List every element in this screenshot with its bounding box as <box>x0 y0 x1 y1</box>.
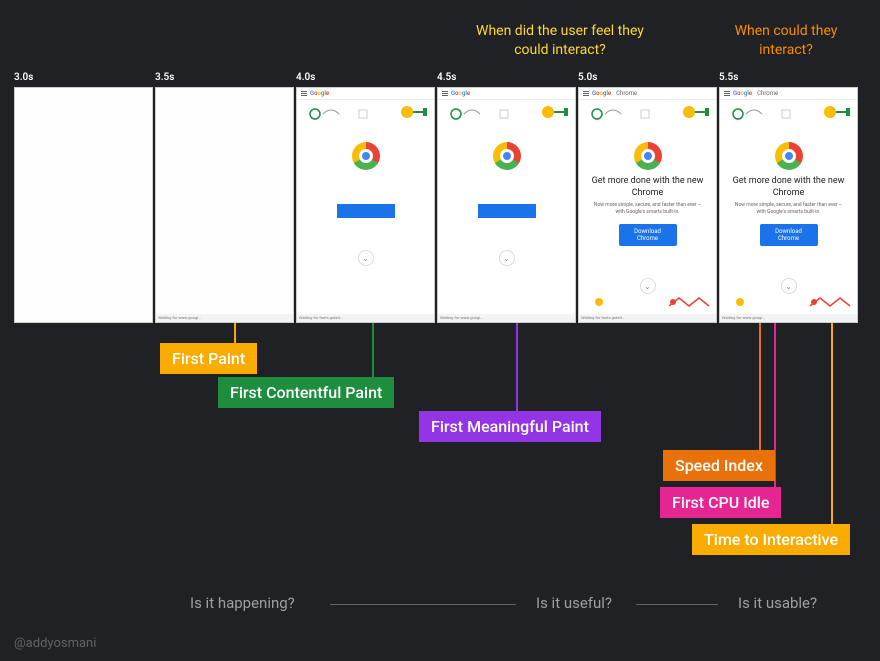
metric-first-cpu-idle: First CPU Idle <box>660 487 781 518</box>
question-could-interact: When could they interact? <box>706 22 866 60</box>
time-label: 4.5s <box>437 72 578 83</box>
page-subline: Now more simple, secure, and faster than… <box>720 199 857 218</box>
cta-placeholder <box>478 204 536 218</box>
frame-col-0: 3.0s <box>14 72 155 323</box>
time-label: 3.5s <box>155 72 296 83</box>
metric-time-to-interactive: Time to Interactive <box>692 524 850 555</box>
chevron-down-icon: ⌄ <box>358 250 374 266</box>
connector-fmp <box>516 323 518 413</box>
frame-full-1: Google Chrome Get more done with the new… <box>578 87 717 323</box>
chevron-down-icon: ⌄ <box>499 250 515 266</box>
frame-col-5: 5.5s Google Chrome Get more done with th… <box>719 72 860 323</box>
frame-col-3: 4.5s Google ⌄ Waiting for www.googl… <box>437 72 578 323</box>
question-feel-interact: When did the user feel they could intera… <box>460 22 660 60</box>
time-label: 5.0s <box>578 72 719 83</box>
metric-first-paint: First Paint <box>160 343 257 374</box>
menu-icon <box>301 91 307 96</box>
frame-col-2: 4.0s Google ⌄ Waiting for fonts.gstati… <box>296 72 437 323</box>
chrome-logo-icon <box>352 142 380 170</box>
google-logo: Google <box>310 90 329 97</box>
product-label: Chrome <box>616 90 637 97</box>
frame-full-2: Google Chrome Get more done with the new… <box>719 87 858 323</box>
question-happening: Is it happening? <box>190 594 295 612</box>
browser-bar: Google Chrome <box>579 88 716 100</box>
frame-first-paint: Waiting for www.googl… <box>155 87 294 323</box>
question-useful: Is it useful? <box>536 594 612 612</box>
metric-speed-index: Speed Index <box>663 450 775 481</box>
connector-fcp <box>372 323 374 379</box>
doodle-graphics <box>438 100 576 130</box>
browser-bar: Google <box>438 88 575 100</box>
divider-line <box>636 604 718 605</box>
download-button[interactable]: Download Chrome <box>760 224 818 246</box>
frame-fmp: Google ⌄ Waiting for www.googl… <box>437 87 576 323</box>
time-label: 4.0s <box>296 72 437 83</box>
product-label: Chrome <box>757 90 778 97</box>
status-bar: Waiting for fonts.gstati… <box>297 314 434 322</box>
doodle-bottom <box>720 292 858 312</box>
menu-icon <box>583 91 589 96</box>
page-headline: Get more done with the new Chrome <box>720 176 857 199</box>
divider-line <box>330 604 516 605</box>
connector-fp <box>234 323 236 345</box>
status-bar: Waiting for fonts.gstati… <box>579 314 716 322</box>
time-label: 5.5s <box>719 72 860 83</box>
frame-col-4: 5.0s Google Chrome Get more done with th… <box>578 72 719 323</box>
status-bar: Waiting for www.googl… <box>438 314 575 322</box>
status-bar: Waiting for www.googl… <box>720 314 857 322</box>
connector-tti <box>831 323 833 527</box>
author-credit: @addyosmani <box>14 636 96 651</box>
browser-bar: Google Chrome <box>720 88 857 100</box>
chrome-logo-icon <box>775 142 803 170</box>
cta-placeholder <box>337 204 395 218</box>
page-headline: Get more done with the new Chrome <box>579 176 716 199</box>
metric-first-contentful-paint: First Contentful Paint <box>218 377 394 408</box>
status-bar: Waiting for www.googl… <box>156 314 293 322</box>
doodle-graphics <box>720 100 858 130</box>
time-label: 3.0s <box>14 72 155 83</box>
frame-col-1: 3.5s Waiting for www.googl… <box>155 72 296 323</box>
google-logo: Google <box>733 90 752 97</box>
page-subline: Now more simple, secure, and faster than… <box>579 199 716 218</box>
filmstrip-timeline: 3.0s 3.5s Waiting for www.googl… 4.0s Go… <box>14 72 860 323</box>
google-logo: Google <box>451 90 470 97</box>
google-logo: Google <box>592 90 611 97</box>
question-usable: Is it usable? <box>738 594 817 612</box>
doodle-graphics <box>297 100 435 130</box>
doodle-bottom <box>579 292 717 312</box>
doodle-graphics <box>579 100 717 130</box>
menu-icon <box>724 91 730 96</box>
chrome-logo-icon <box>493 142 521 170</box>
browser-bar: Google <box>297 88 434 100</box>
connector-si <box>759 323 761 453</box>
frame-fcp: Google ⌄ Waiting for fonts.gstati… <box>296 87 435 323</box>
metric-first-meaningful-paint: First Meaningful Paint <box>419 411 601 442</box>
download-button[interactable]: Download Chrome <box>619 224 677 246</box>
frame-blank <box>14 87 153 323</box>
menu-icon <box>442 91 448 96</box>
chrome-logo-icon <box>634 142 662 170</box>
